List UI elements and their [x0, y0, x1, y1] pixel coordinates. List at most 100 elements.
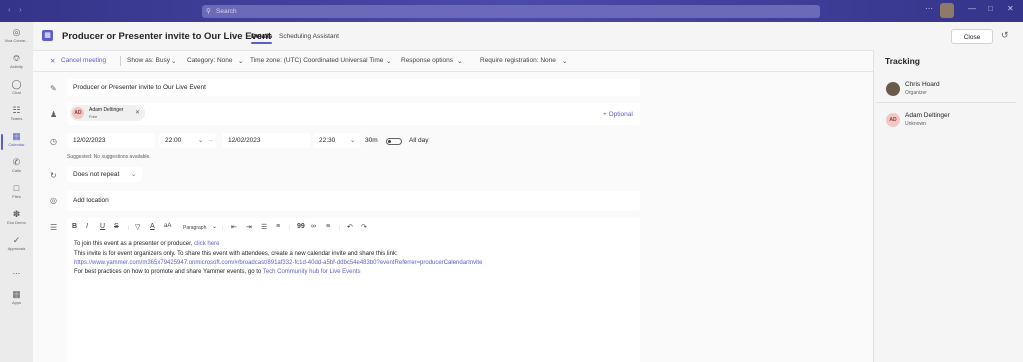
- text-align-icon: ☰: [50, 223, 58, 232]
- attendees-field[interactable]: [67, 103, 640, 125]
- italic-icon[interactable]: I: [86, 223, 88, 230]
- divider: [876, 102, 1016, 103]
- quote-icon[interactable]: 99: [297, 223, 305, 230]
- phone-icon: ✆: [12, 157, 21, 167]
- click-here-link[interactable]: click here: [194, 241, 219, 247]
- chevron-down-icon: ⌄: [212, 224, 218, 230]
- rail-more-button[interactable]: ...: [0, 266, 33, 280]
- end-date-value: 12/02/2023: [228, 137, 261, 144]
- tracking-person-role: Unknown: [905, 121, 926, 127]
- align-icon[interactable]: ≡: [326, 223, 330, 230]
- repeat-icon: ↻: [50, 171, 57, 180]
- description-editor[interactable]: [67, 218, 640, 362]
- numbered-list-icon[interactable]: ≡: [276, 223, 280, 230]
- app-rail: ◎ Viva Conne... ⎊ Activity ◯ Chat ☷ Team…: [0, 22, 34, 362]
- divider: |: [222, 225, 224, 231]
- rail-item-calls[interactable]: ✆ Calls: [0, 157, 33, 179]
- response-options-dropdown[interactable]: Response options: [401, 57, 453, 64]
- tab-details[interactable]: Details: [251, 33, 272, 40]
- divider: |: [339, 225, 341, 231]
- category-dropdown[interactable]: Category: None: [187, 57, 233, 64]
- back-arrow-icon[interactable]: ‹: [8, 5, 11, 14]
- font-size-icon[interactable]: aA: [164, 223, 171, 229]
- suggestion-text: Suggested: No suggestions available.: [67, 154, 151, 160]
- bulleted-list-icon[interactable]: ☰: [261, 223, 267, 231]
- rail-item-files[interactable]: □ Files: [0, 183, 33, 205]
- maximize-icon[interactable]: □: [988, 4, 993, 13]
- tab-scheduling-assistant[interactable]: Scheduling Assistant: [279, 33, 339, 40]
- tracking-person-name: Adam Deltinger: [905, 112, 950, 119]
- rail-item-teams[interactable]: ☷ Teams: [0, 105, 33, 127]
- page-title: Producer or Presenter invite to Our Live…: [62, 31, 272, 42]
- all-day-toggle[interactable]: [386, 138, 402, 145]
- chevron-down-icon: ⌄: [386, 58, 392, 65]
- repeat-value: Does not repeat: [73, 171, 120, 178]
- show-as-dropdown[interactable]: Show as: Busy: [127, 57, 170, 64]
- cancel-meeting-button[interactable]: Cancel meeting: [61, 57, 106, 64]
- end-time-value: 22:30: [319, 137, 336, 144]
- rail-item-chat[interactable]: ◯ Chat: [0, 79, 33, 101]
- eco-icon: ✽: [12, 209, 21, 219]
- tech-community-link[interactable]: Tech Community hub for Live Events: [263, 269, 361, 275]
- avatar: AD: [886, 113, 900, 127]
- highlight-icon[interactable]: ▽: [135, 223, 140, 231]
- divider: |: [128, 225, 130, 231]
- tracking-person-name: Chris Hoard: [905, 81, 940, 88]
- broadcast-link[interactable]: https://www.yammer.com/m365x79425947.onm…: [74, 260, 482, 266]
- strikethrough-icon[interactable]: S: [114, 223, 119, 230]
- file-icon: □: [13, 183, 20, 193]
- rail-item-activity[interactable]: ⎊ Activity: [0, 53, 33, 75]
- close-window-icon[interactable]: ✕: [1007, 4, 1014, 13]
- rail-item-calendar[interactable]: ▦ Calendar: [0, 131, 33, 153]
- rail-item-approvals[interactable]: ✓ Approvals: [0, 235, 33, 257]
- paragraph-dropdown[interactable]: Paragraph: [183, 225, 206, 231]
- bell-icon: ⎊: [12, 53, 21, 63]
- avatar: AD: [72, 107, 84, 119]
- divider: |: [289, 225, 291, 231]
- close-icon: ✕: [50, 58, 56, 65]
- indent-icon[interactable]: ⇥: [246, 223, 252, 231]
- arrow-right-icon: →: [207, 137, 214, 144]
- add-people-icon: ♟: [50, 110, 58, 119]
- minimize-icon[interactable]: —: [968, 4, 976, 13]
- avatar: [886, 82, 900, 96]
- forward-arrow-icon[interactable]: ›: [19, 5, 22, 14]
- tracking-panel: [873, 50, 1023, 362]
- rail-item-apps[interactable]: ▦ Apps: [0, 289, 33, 311]
- registration-dropdown[interactable]: Require registration: None: [480, 57, 556, 64]
- active-tab-indicator: [251, 42, 272, 44]
- clock-icon: ◷: [50, 137, 57, 146]
- chevron-down-icon: ⌄: [350, 137, 356, 144]
- close-button[interactable]: Close: [951, 29, 993, 44]
- link-icon[interactable]: ∞: [311, 223, 316, 230]
- undo-icon[interactable]: ↶: [347, 223, 353, 231]
- attendee-name: Adam Deltinger: [89, 107, 124, 113]
- optional-attendees-link[interactable]: + Optional: [603, 111, 633, 118]
- rail-item-eco-demo[interactable]: ✽ Eco Demo: [0, 209, 33, 231]
- calendar-icon: ▦: [12, 131, 21, 141]
- body-line-2: This invite is for event organizers only…: [74, 251, 398, 257]
- chat-icon: ◯: [11, 79, 22, 89]
- viva-icon: ◎: [12, 27, 21, 37]
- font-color-icon[interactable]: A: [150, 223, 155, 230]
- timezone-dropdown[interactable]: Time zone: (UTC) Coordinated Universal T…: [250, 57, 383, 64]
- attendee-status: Free: [89, 114, 98, 119]
- redo-icon[interactable]: ↷: [361, 223, 367, 231]
- outdent-icon[interactable]: ⇤: [231, 223, 237, 231]
- chevron-down-icon: ⌄: [131, 171, 137, 178]
- location-input[interactable]: [67, 191, 640, 211]
- search-icon: ⚲: [206, 8, 211, 15]
- bold-icon[interactable]: B: [72, 223, 77, 230]
- remove-attendee-icon[interactable]: ✕: [135, 109, 140, 116]
- rail-item-viva[interactable]: ◎ Viva Conne...: [0, 27, 33, 49]
- more-options-icon[interactable]: ⋯: [925, 4, 933, 13]
- body-line-4: For best practices on how to promote and…: [74, 269, 361, 275]
- underline-icon[interactable]: U: [100, 223, 105, 230]
- search-input[interactable]: ⚲ Search: [202, 5, 820, 18]
- title-value: Producer or Presenter invite to Our Live…: [73, 84, 206, 91]
- start-time-value: 22:00: [165, 137, 182, 144]
- pencil-icon: ✎: [50, 84, 57, 93]
- divider: [120, 56, 121, 66]
- popout-icon[interactable]: ↺: [1001, 30, 1009, 41]
- avatar[interactable]: [940, 3, 954, 18]
